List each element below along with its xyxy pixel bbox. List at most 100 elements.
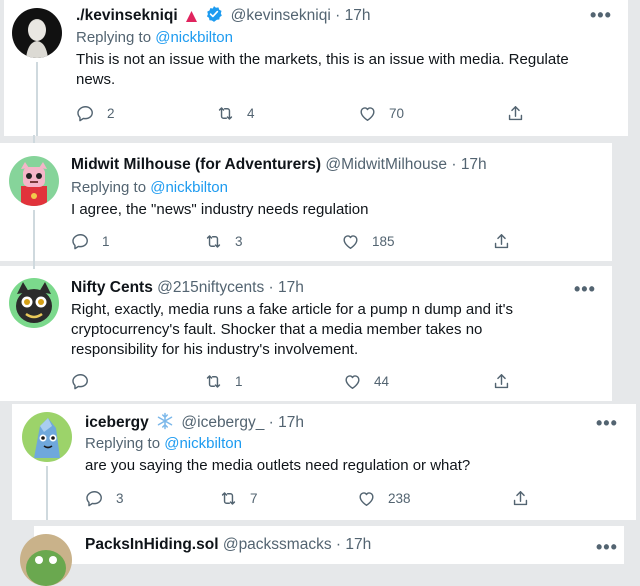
- reply-icon: [72, 234, 88, 250]
- reply-count: 3: [116, 491, 124, 506]
- tweet-niftycents[interactable]: Nifty Cents @215niftycents · 17h ••• Rig…: [0, 261, 612, 401]
- reply-count: 1: [102, 234, 110, 249]
- replying-to: Replying to @nickbilton: [85, 434, 242, 454]
- user-handle[interactable]: @MidwitMilhouse: [325, 156, 447, 173]
- share-icon: [508, 106, 523, 121]
- tweet-kevinsekniqi[interactable]: ./kevinsekniqi @kevinsekniqi · 17h ••• R…: [4, 0, 628, 136]
- tweet-actions: 1 44: [71, 372, 531, 394]
- retweet-button[interactable]: 7: [219, 489, 258, 508]
- like-button[interactable]: 70: [358, 104, 404, 123]
- display-name[interactable]: icebergy: [85, 414, 149, 431]
- tweet-text: are you saying the media outlets need re…: [85, 457, 471, 474]
- retweet-button[interactable]: 1: [204, 372, 243, 391]
- share-button[interactable]: [492, 372, 511, 391]
- like-count: 44: [374, 374, 390, 389]
- retweet-button[interactable]: 3: [204, 232, 243, 251]
- reply-icon: [86, 491, 102, 507]
- separator-dot: ·: [451, 156, 457, 173]
- thread-line: [33, 135, 35, 143]
- reply-button[interactable]: 2: [76, 104, 115, 123]
- display-name[interactable]: ./kevinsekniqi: [76, 7, 178, 24]
- tweet-header: ./kevinsekniqi @kevinsekniqi · 17h: [76, 5, 370, 29]
- thread-line: [46, 466, 48, 520]
- avatar-icebergy[interactable]: [22, 412, 72, 462]
- display-name[interactable]: Nifty Cents: [71, 279, 153, 296]
- tweet-header: Midwit Milhouse (for Adventurers) @Midwi…: [71, 155, 487, 175]
- replying-to: Replying to @nickbilton: [76, 28, 233, 48]
- more-options-icon[interactable]: •••: [574, 280, 596, 298]
- mention-link[interactable]: @nickbilton: [155, 29, 233, 46]
- heart-icon: [360, 107, 375, 121]
- more-options-icon[interactable]: •••: [590, 6, 612, 24]
- tweet-midwitmilhouse[interactable]: Midwit Milhouse (for Adventurers) @Midwi…: [0, 135, 612, 261]
- user-handle[interactable]: @icebergy_: [181, 414, 264, 431]
- like-button[interactable]: 238: [357, 489, 411, 508]
- tweet-actions: 1 3 185: [71, 232, 531, 254]
- tweet-actions: 3 7 238: [85, 489, 545, 511]
- like-count: 238: [388, 491, 411, 506]
- retweet-icon: [206, 375, 221, 388]
- retweet-icon: [206, 235, 221, 248]
- user-handle[interactable]: @packssmacks: [223, 536, 332, 553]
- tweet-text: This is not an issue with the markets, t…: [76, 51, 569, 88]
- snowflake-icon: [156, 412, 174, 436]
- reply-icon: [77, 106, 93, 122]
- retweet-count: 3: [235, 234, 243, 249]
- thread-line: [36, 62, 38, 136]
- timestamp[interactable]: 17h: [345, 7, 371, 24]
- avatar-kevinsekniqi[interactable]: [12, 8, 62, 58]
- verified-badge-icon: [205, 5, 223, 29]
- retweet-icon: [218, 107, 233, 120]
- reply-count: 2: [107, 106, 115, 121]
- avatar-packsinhiding[interactable]: [20, 534, 72, 586]
- reply-button[interactable]: [71, 372, 102, 391]
- timestamp[interactable]: 17h: [345, 536, 371, 553]
- tweet-packsinhiding[interactable]: PacksInHiding.sol @packssmacks · 17h •••: [20, 526, 624, 586]
- like-button[interactable]: 185: [341, 232, 395, 251]
- avatar-niftycents[interactable]: [9, 278, 59, 328]
- replying-label: Replying to: [71, 179, 147, 196]
- avatar-midwitmilhouse[interactable]: [9, 156, 59, 206]
- retweet-count: 4: [247, 106, 255, 121]
- red-triangle-icon: [185, 9, 198, 29]
- like-count: 185: [372, 234, 395, 249]
- tweet-actions: 2 4 70: [76, 104, 536, 126]
- reply-button[interactable]: 1: [71, 232, 110, 251]
- thread-line: [33, 210, 35, 261]
- replying-label: Replying to: [76, 29, 152, 46]
- replying-to: Replying to @nickbilton: [71, 178, 228, 198]
- heart-icon: [345, 375, 360, 389]
- tweet-text: Right, exactly, media runs a fake articl…: [71, 301, 513, 358]
- timestamp[interactable]: 17h: [461, 156, 487, 173]
- like-button[interactable]: 44: [343, 372, 389, 391]
- retweet-count: 1: [235, 374, 243, 389]
- timestamp[interactable]: 17h: [278, 414, 304, 431]
- mention-link[interactable]: @nickbilton: [164, 435, 242, 452]
- separator-dot: ·: [335, 7, 341, 24]
- share-button[interactable]: [511, 489, 530, 508]
- timestamp[interactable]: 17h: [278, 279, 304, 296]
- retweet-count: 7: [250, 491, 258, 506]
- separator-dot: ·: [335, 536, 342, 553]
- share-button[interactable]: [492, 232, 511, 251]
- tweet-icebergy[interactable]: icebergy @icebergy_ · 17h ••• Replying t…: [12, 404, 636, 520]
- share-icon: [494, 374, 509, 389]
- reply-button[interactable]: 3: [85, 489, 124, 508]
- user-handle[interactable]: @kevinsekniqi: [231, 7, 331, 24]
- retweet-button[interactable]: 4: [216, 104, 255, 123]
- like-count: 70: [389, 106, 405, 121]
- share-button[interactable]: [506, 104, 525, 123]
- display-name[interactable]: Midwit Milhouse (for Adventurers): [71, 156, 321, 173]
- share-icon: [513, 491, 528, 506]
- share-icon: [494, 234, 509, 249]
- retweet-icon: [221, 492, 236, 505]
- replying-label: Replying to: [85, 435, 161, 452]
- tweet-header: icebergy @icebergy_ · 17h: [85, 412, 304, 436]
- reply-icon: [72, 374, 88, 390]
- user-handle[interactable]: @215niftycents: [157, 279, 264, 296]
- more-options-icon[interactable]: •••: [596, 538, 618, 556]
- display-name[interactable]: PacksInHiding.sol: [85, 536, 219, 553]
- heart-icon: [359, 492, 374, 506]
- more-options-icon[interactable]: •••: [596, 414, 618, 432]
- mention-link[interactable]: @nickbilton: [150, 179, 228, 196]
